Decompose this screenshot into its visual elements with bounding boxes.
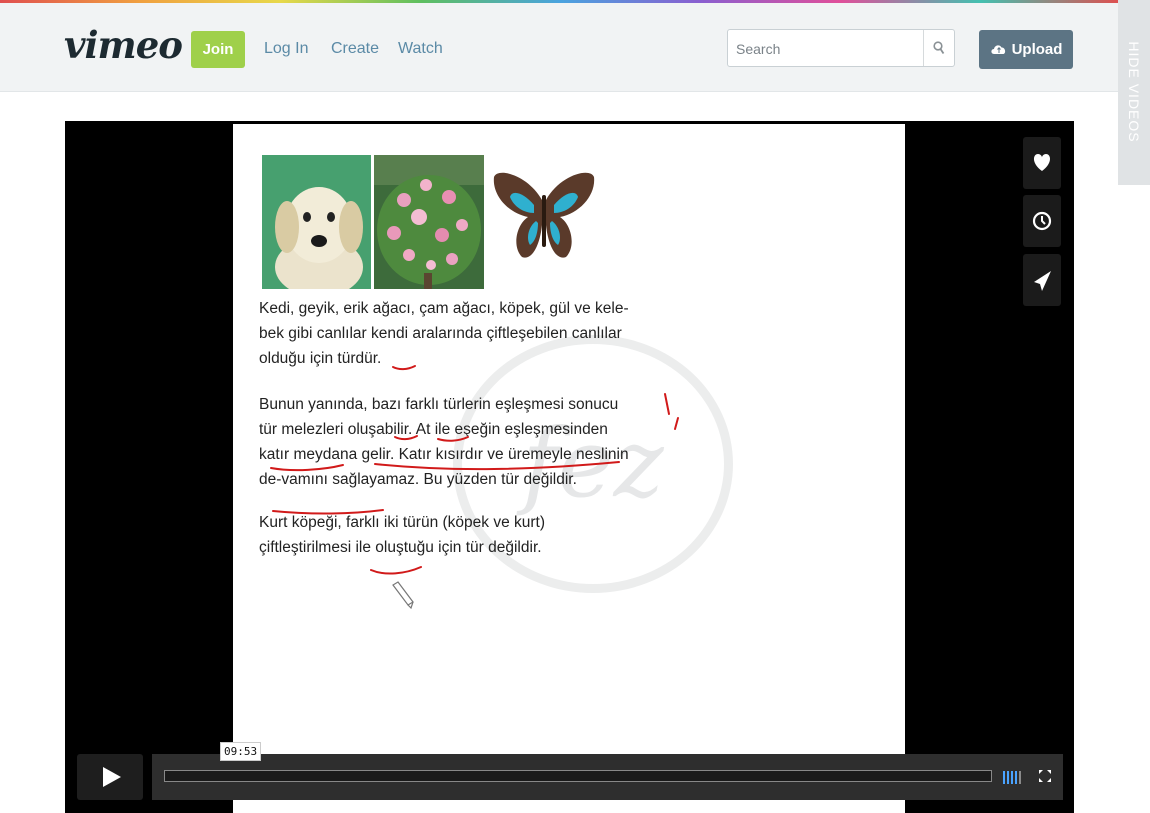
volume-control[interactable] bbox=[1003, 771, 1023, 789]
upload-button[interactable]: Upload bbox=[979, 30, 1073, 69]
player-controls: 09:53 bbox=[77, 742, 1063, 800]
nav-watch-link[interactable]: Watch bbox=[398, 40, 443, 58]
paper-plane-icon bbox=[1034, 271, 1051, 291]
header-bar: vimeo Join Log In Create Watch Upload bbox=[0, 3, 1118, 92]
progress-track[interactable] bbox=[164, 770, 992, 782]
nav-login-link[interactable]: Log In bbox=[264, 40, 308, 58]
cloud-upload-icon bbox=[990, 45, 1005, 54]
hide-videos-label: HIDE VIDEOS bbox=[1126, 41, 1142, 143]
clock-icon bbox=[1032, 211, 1052, 231]
share-button[interactable] bbox=[1023, 254, 1061, 306]
video-player[interactable]: fez Kedi, geyik, erik ağacı, çam ağacı, … bbox=[65, 121, 1074, 813]
watch-later-button[interactable] bbox=[1023, 195, 1061, 247]
play-icon bbox=[103, 767, 121, 787]
hide-videos-tab[interactable]: HIDE VIDEOS bbox=[1118, 0, 1150, 185]
search-input[interactable] bbox=[734, 35, 918, 63]
nav-create-link[interactable]: Create bbox=[331, 40, 379, 58]
timecode-tooltip: 09:53 bbox=[220, 742, 262, 761]
video-frame: fez Kedi, geyik, erik ağacı, çam ağacı, … bbox=[233, 124, 905, 813]
vimeo-logo[interactable]: vimeo bbox=[64, 23, 183, 67]
timeline-bar: 09:53 bbox=[152, 742, 1063, 800]
search-icon bbox=[933, 41, 945, 55]
pen-cursor-icon bbox=[392, 581, 414, 610]
heart-icon bbox=[1033, 154, 1051, 171]
join-button[interactable]: Join bbox=[191, 31, 245, 68]
handwritten-annotations bbox=[270, 365, 679, 610]
play-button[interactable] bbox=[77, 754, 143, 800]
like-button[interactable] bbox=[1023, 137, 1061, 189]
search-button[interactable] bbox=[923, 30, 954, 66]
fullscreen-icon[interactable] bbox=[1038, 769, 1052, 783]
search-box bbox=[727, 29, 955, 67]
upload-label: Upload bbox=[1011, 41, 1063, 58]
